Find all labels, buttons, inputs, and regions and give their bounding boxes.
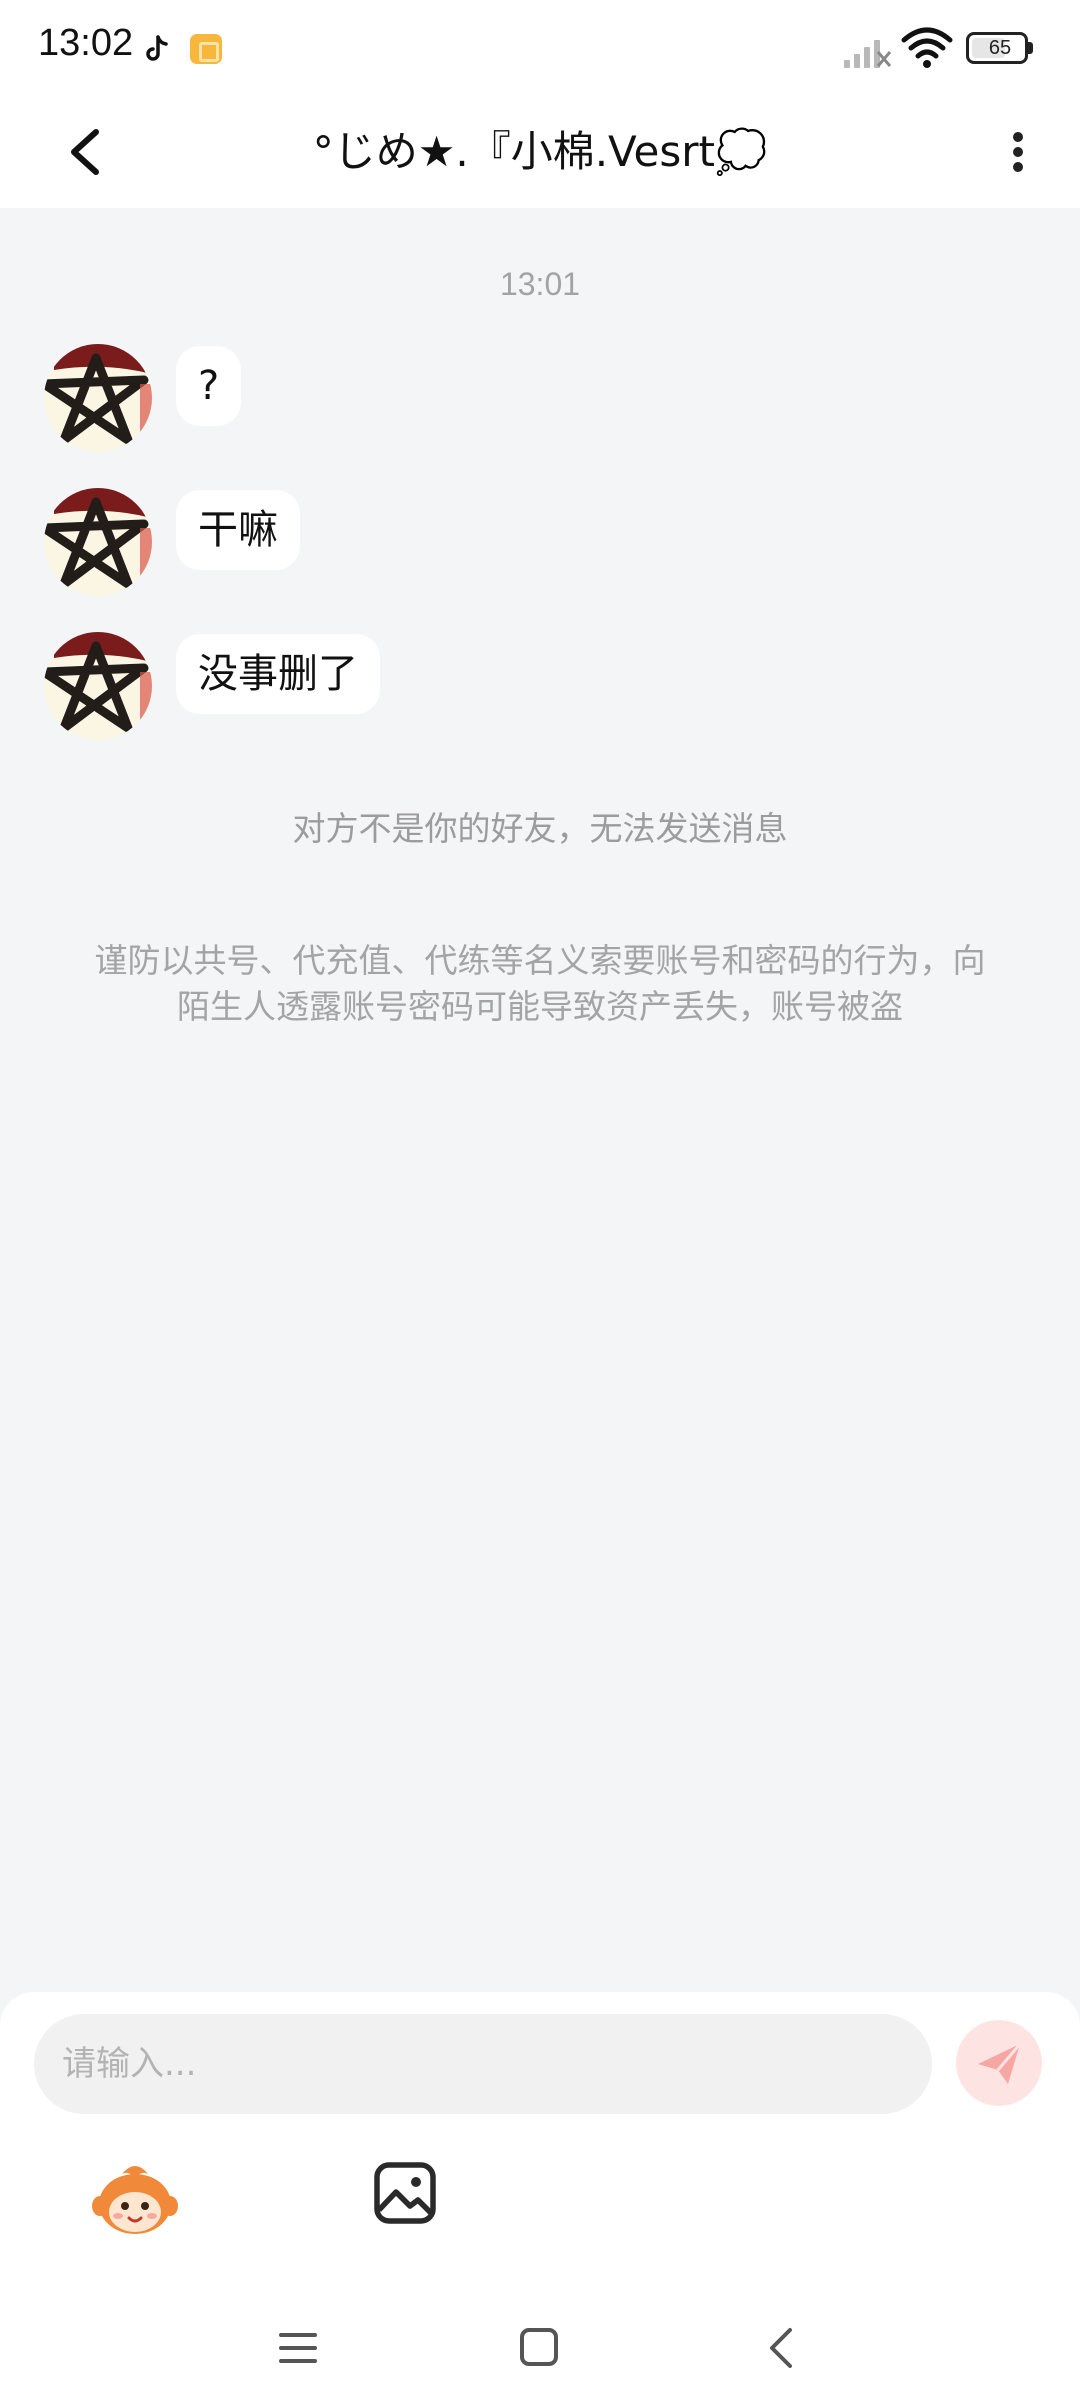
paper-plane-icon	[978, 2043, 1022, 2084]
more-options-button[interactable]	[990, 114, 1046, 190]
message-row: 没事删了	[44, 632, 944, 742]
menu-icon[interactable]	[276, 2328, 320, 2368]
message-row: 干嘛	[44, 488, 944, 598]
tiktok-notification-icon	[146, 35, 168, 61]
message-bubble[interactable]: 没事删了	[176, 634, 380, 714]
wifi-icon	[901, 27, 953, 68]
more-dot-icon	[1013, 147, 1023, 157]
home-square-icon[interactable]	[518, 2326, 560, 2368]
message-timestamp: 13:01	[499, 266, 581, 302]
back-button[interactable]	[56, 116, 120, 188]
battery-indicator: 65	[966, 32, 1034, 64]
message-input[interactable]	[34, 2014, 932, 2114]
not-friend-notice: 对方不是你的好友，无法发送消息	[292, 809, 788, 848]
image-icon[interactable]	[372, 2160, 438, 2226]
battery-level: 65	[988, 37, 1012, 59]
system-navigation-bar	[0, 2300, 1080, 2408]
more-dot-icon	[1013, 162, 1023, 172]
message-row: ?	[44, 344, 944, 454]
status-bar: 13:02 65	[0, 0, 1080, 96]
security-warning: 谨防以共号、代充值、代练等名义索要账号和密码的行为，向陌生人透露账号密码可能导致…	[94, 941, 986, 1026]
chat-area[interactable]: 13:01 ? 干嘛 没事删了 对方不是你的好友，无法发送消息 谨防以共号、代充…	[0, 208, 1080, 1988]
message-bubble[interactable]: 干嘛	[176, 490, 300, 570]
back-icon[interactable]	[762, 2324, 798, 2372]
avatar[interactable]	[44, 488, 152, 596]
battery-cap	[1028, 42, 1033, 54]
mascot-icon[interactable]	[92, 2160, 178, 2238]
more-dot-icon	[1013, 132, 1023, 142]
status-time: 13:02	[38, 22, 134, 64]
app-notification-icon	[190, 34, 222, 64]
avatar[interactable]	[44, 632, 152, 740]
chat-title: °じめ★.『小棉.Vesrt💭	[312, 127, 768, 176]
signal-icon	[844, 40, 892, 68]
chat-header: °じめ★.『小棉.Vesrt💭	[0, 96, 1080, 208]
message-bubble[interactable]: ?	[176, 346, 242, 426]
battery-body: 65	[966, 32, 1028, 64]
avatar[interactable]	[44, 344, 152, 452]
send-button[interactable]	[956, 2020, 1042, 2106]
